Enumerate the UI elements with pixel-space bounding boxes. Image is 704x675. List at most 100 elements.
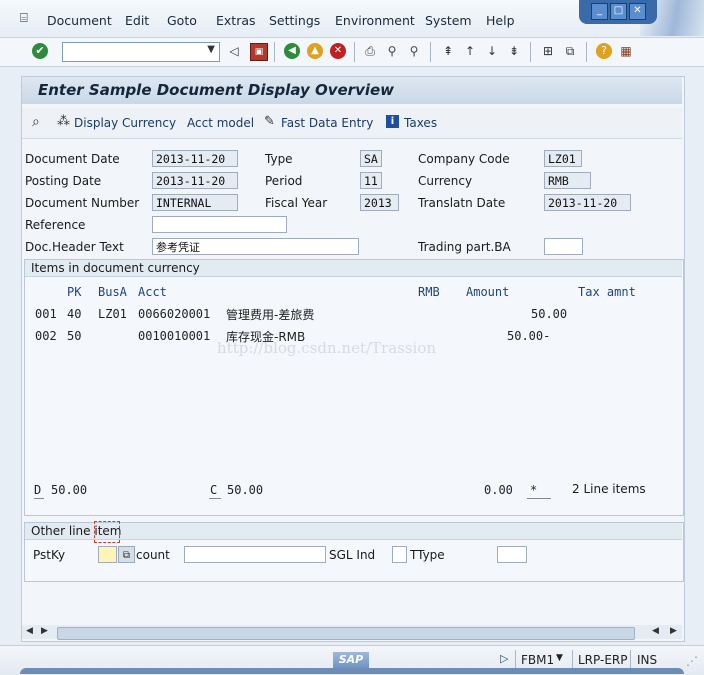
account-field[interactable] bbox=[184, 546, 326, 563]
type-label: Type bbox=[265, 152, 293, 166]
screen-title-bar: Enter Sample Document Display Overview bbox=[22, 77, 682, 104]
find-icon[interactable]: ⚲ bbox=[384, 43, 400, 59]
back-icon[interactable]: ◀ bbox=[284, 43, 300, 59]
credit-underline bbox=[209, 498, 221, 499]
row-amount[interactable]: 50.00 bbox=[531, 307, 567, 321]
menu-help[interactable]: Help bbox=[486, 13, 515, 28]
last-page-icon[interactable]: ⇟ bbox=[506, 43, 522, 59]
row-desc[interactable]: 管理费用-差旅费 bbox=[226, 306, 314, 323]
layout-menu-icon[interactable]: ▦ bbox=[618, 43, 634, 59]
input-mode: INS bbox=[637, 653, 658, 667]
status-expand-icon[interactable]: ▷ bbox=[500, 652, 508, 665]
account-label: count bbox=[136, 548, 170, 562]
display-currency-button[interactable]: Display Currency bbox=[74, 116, 176, 130]
collapse-icon[interactable]: ◁ bbox=[226, 43, 242, 59]
close-button[interactable]: ✕ bbox=[629, 3, 646, 20]
menu-goto[interactable]: Goto bbox=[167, 13, 197, 28]
cancel-icon[interactable]: ✕ bbox=[330, 43, 346, 59]
row-line[interactable]: 001 bbox=[35, 307, 57, 321]
taxes-button[interactable]: Taxes bbox=[404, 116, 437, 130]
menu-settings[interactable]: Settings bbox=[269, 13, 320, 28]
row-pk[interactable]: 40 bbox=[67, 307, 81, 321]
other-line-item-header: Other line item bbox=[25, 523, 682, 540]
shortcut-icon[interactable]: ⧉ bbox=[562, 43, 578, 59]
trading-part-field[interactable] bbox=[544, 238, 583, 255]
credit-label: C bbox=[210, 483, 218, 497]
menu-document[interactable]: Document bbox=[47, 13, 112, 28]
fiscal-year-field: 2013 bbox=[360, 194, 399, 211]
fast-data-entry-button[interactable]: Fast Data Entry bbox=[281, 116, 373, 130]
col-amount: Amount bbox=[466, 285, 510, 299]
translatn-date-field: 2013-11-20 bbox=[544, 194, 631, 211]
info-icon: i bbox=[386, 115, 399, 128]
company-code-field: LZ01 bbox=[544, 150, 582, 167]
help-icon[interactable]: ? bbox=[596, 43, 612, 59]
acct-model-button[interactable]: Acct model bbox=[187, 116, 254, 130]
minimize-button[interactable]: _ bbox=[591, 3, 608, 20]
items-group-title: Items in document currency bbox=[31, 261, 200, 275]
page-title: Enter Sample Document Display Overview bbox=[38, 81, 395, 99]
print-icon[interactable]: ⎙ bbox=[362, 43, 378, 59]
debit-total: 50.00 bbox=[51, 483, 88, 497]
row-pk[interactable]: 50 bbox=[67, 329, 81, 343]
scroll-right-icon[interactable]: ▶ bbox=[41, 626, 48, 636]
row-amount[interactable]: 50.00- bbox=[507, 329, 550, 343]
document-number-label: Document Number bbox=[25, 196, 140, 210]
scroll-thumb[interactable] bbox=[57, 627, 635, 640]
menu-icon[interactable]: ⌸ bbox=[20, 11, 28, 26]
credit-total: 50.00 bbox=[227, 483, 264, 497]
col-tax-amnt: Tax amnt bbox=[578, 285, 636, 299]
save-icon[interactable]: ▣ bbox=[250, 43, 268, 61]
pstky-field[interactable] bbox=[98, 546, 117, 563]
sap-logo: SAP bbox=[333, 652, 369, 668]
ttype-label: TType bbox=[410, 548, 445, 562]
row-acct[interactable]: 0010010001 bbox=[138, 329, 210, 343]
scroll-left-icon[interactable]: ◀ bbox=[26, 626, 33, 636]
system-name: LRP-ERP bbox=[578, 653, 628, 667]
command-field[interactable]: ▼ bbox=[62, 42, 220, 62]
debit-underline bbox=[34, 498, 44, 499]
line-items-count: 2 Line items bbox=[572, 482, 646, 496]
document-number-field: INTERNAL bbox=[152, 194, 238, 211]
resize-grip-icon[interactable]: ⋰ bbox=[686, 654, 698, 668]
company-code-label: Company Code bbox=[418, 152, 510, 166]
reference-field[interactable] bbox=[152, 216, 287, 233]
next-page-icon[interactable]: ↓ bbox=[484, 43, 500, 59]
find-next-icon[interactable]: ⚲ bbox=[406, 43, 422, 59]
scroll-right-end-icon[interactable]: ▶ bbox=[670, 626, 677, 636]
col-pk: PK bbox=[67, 285, 82, 299]
pstky-label: PstKy bbox=[33, 548, 66, 562]
balance-value: 0.00 bbox=[484, 483, 513, 497]
overview-icon[interactable]: ⌕ bbox=[32, 114, 40, 130]
row-busa[interactable]: LZ01 bbox=[98, 307, 127, 321]
row-acct[interactable]: 0066020001 bbox=[138, 307, 210, 321]
exit-icon[interactable]: ▲ bbox=[307, 43, 323, 59]
match-code-icon[interactable]: ⧉ bbox=[118, 546, 135, 563]
menu-extras[interactable]: Extras bbox=[216, 13, 256, 28]
doc-header-text-field[interactable]: 参考凭证 bbox=[152, 238, 359, 255]
type-field: SA bbox=[360, 150, 382, 167]
create-session-icon[interactable]: ⊞ bbox=[540, 43, 556, 59]
ttype-field[interactable] bbox=[497, 546, 527, 563]
document-date-label: Document Date bbox=[25, 152, 120, 166]
document-date-field: 2013-11-20 bbox=[152, 150, 238, 167]
translatn-date-label: Translatn Date bbox=[418, 196, 506, 210]
scroll-left-end-icon[interactable]: ◀ bbox=[652, 626, 659, 636]
debit-label: D bbox=[34, 483, 42, 497]
previous-page-icon[interactable]: ↑ bbox=[462, 43, 478, 59]
menu-environment[interactable]: Environment bbox=[335, 13, 415, 28]
focus-marker bbox=[94, 521, 120, 543]
sgl-ind-field[interactable] bbox=[392, 546, 407, 563]
chevron-down-icon[interactable]: ▼ bbox=[207, 44, 215, 55]
row-desc[interactable]: 库存现金-RMB bbox=[226, 328, 305, 345]
menu-system[interactable]: System bbox=[425, 13, 472, 28]
enter-check-icon[interactable]: ✔ bbox=[32, 43, 48, 59]
currency-label: Currency bbox=[418, 174, 473, 188]
transaction-dropdown-icon[interactable]: ▼ bbox=[556, 653, 563, 663]
maximize-button[interactable]: □ bbox=[610, 3, 627, 20]
row-line[interactable]: 002 bbox=[35, 329, 57, 343]
display-currency-icon: ⁂ bbox=[57, 114, 70, 129]
first-page-icon[interactable]: ⇞ bbox=[440, 43, 456, 59]
menu-edit[interactable]: Edit bbox=[125, 13, 149, 28]
trading-part-label: Trading part.BA bbox=[418, 240, 511, 254]
